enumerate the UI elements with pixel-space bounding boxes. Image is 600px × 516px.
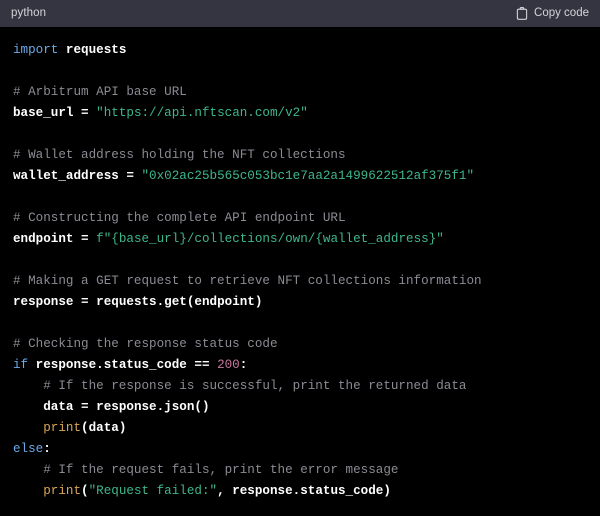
code-line [13, 187, 600, 208]
copy-code-button[interactable]: Copy code [516, 7, 589, 20]
code-token: base_url [13, 106, 73, 120]
code-token: data [43, 400, 73, 414]
code-line: # Wallet address holding the NFT collect… [13, 145, 600, 166]
code-token: = [119, 169, 142, 183]
code-token: : [43, 442, 51, 456]
code-line: if response.status_code == 200: [13, 355, 600, 376]
code-line: wallet_address = "0x02ac25b565c053bc1e7a… [13, 166, 600, 187]
code-token: response.status_code == [28, 358, 217, 372]
code-token: import [13, 43, 58, 57]
code-token: = [73, 232, 96, 246]
code-token: print [43, 421, 81, 435]
code-line: print("Request failed:", response.status… [13, 481, 600, 502]
code-line: # Checking the response status code [13, 334, 600, 355]
code-token: # Making a GET request to retrieve NFT c… [13, 274, 482, 288]
code-content: import requests # Arbitrum API base URL b… [0, 27, 600, 502]
code-block-header: python Copy code [0, 0, 600, 27]
code-line: else: [13, 439, 600, 460]
code-token: requests.get(endpoint) [96, 295, 262, 309]
code-token: requests [66, 43, 126, 57]
code-block: python Copy code import requests # Arbit… [0, 0, 600, 516]
language-label: python [11, 8, 46, 20]
code-token [58, 43, 66, 57]
code-line: # If the response is successful, print t… [13, 376, 600, 397]
copy-code-label: Copy code [534, 8, 589, 20]
code-token: response [13, 295, 73, 309]
code-line: endpoint = f"{base_url}/collections/own/… [13, 229, 600, 250]
code-line: # Constructing the complete API endpoint… [13, 208, 600, 229]
code-line: base_url = "https://api.nftscan.com/v2" [13, 103, 600, 124]
code-token: response.json() [96, 400, 209, 414]
code-token [13, 379, 43, 393]
code-token: if [13, 358, 28, 372]
code-line [13, 250, 600, 271]
code-token: "https://api.nftscan.com/v2" [96, 106, 308, 120]
code-line: import requests [13, 40, 600, 61]
clipboard-icon [516, 7, 528, 20]
code-line: print(data) [13, 418, 600, 439]
code-token: "Request failed:" [89, 484, 217, 498]
code-token: (data) [81, 421, 126, 435]
code-token: , response.status_code) [217, 484, 391, 498]
code-token: = [73, 295, 96, 309]
code-line [13, 124, 600, 145]
code-token [13, 421, 43, 435]
code-token: # Wallet address holding the NFT collect… [13, 148, 346, 162]
code-token: endpoint [13, 232, 73, 246]
code-line: # If the request fails, print the error … [13, 460, 600, 481]
code-token: print [43, 484, 81, 498]
code-token: # Constructing the complete API endpoint… [13, 211, 346, 225]
code-token: f"{base_url}/collections/own/{wallet_add… [96, 232, 444, 246]
code-token: = [73, 106, 96, 120]
code-token [13, 484, 43, 498]
code-scroll-area[interactable]: import requests # Arbitrum API base URL b… [0, 27, 600, 516]
code-token: # Arbitrum API base URL [13, 85, 187, 99]
code-line [13, 61, 600, 82]
code-token: else [13, 442, 43, 456]
code-line: # Making a GET request to retrieve NFT c… [13, 271, 600, 292]
code-token: 200 [217, 358, 240, 372]
code-token: : [240, 358, 248, 372]
code-line: data = response.json() [13, 397, 600, 418]
code-token: = [73, 400, 96, 414]
code-line: response = requests.get(endpoint) [13, 292, 600, 313]
code-token: "0x02ac25b565c053bc1e7aa2a1499622512af37… [142, 169, 475, 183]
code-line: # Arbitrum API base URL [13, 82, 600, 103]
code-token: wallet_address [13, 169, 119, 183]
code-token [13, 400, 43, 414]
code-token: # Checking the response status code [13, 337, 278, 351]
code-line [13, 313, 600, 334]
code-token [13, 463, 43, 477]
code-token: # If the request fails, print the error … [43, 463, 398, 477]
code-token: ( [81, 484, 89, 498]
code-token: # If the response is successful, print t… [43, 379, 466, 393]
